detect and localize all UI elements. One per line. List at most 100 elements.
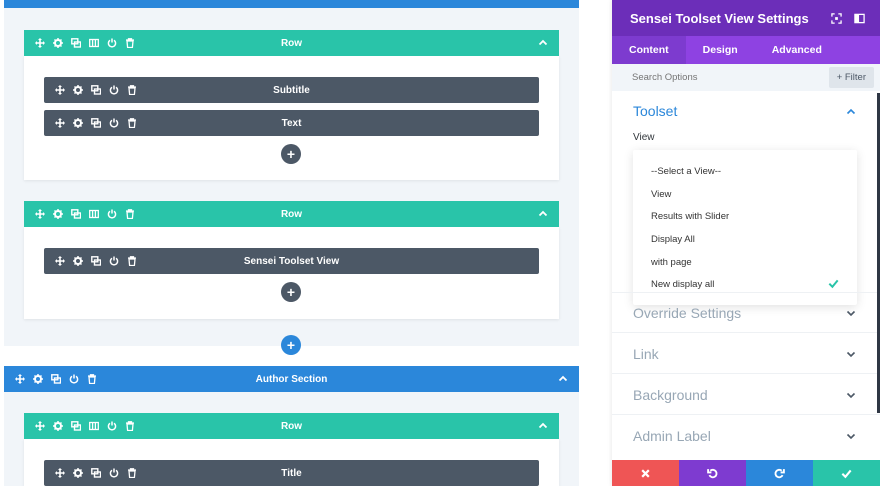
trash-icon[interactable] bbox=[126, 256, 137, 267]
move-icon[interactable] bbox=[54, 256, 65, 267]
row-3-bar[interactable]: Row bbox=[24, 413, 559, 439]
add-row-button[interactable]: + bbox=[281, 335, 301, 355]
columns-icon[interactable] bbox=[88, 209, 99, 220]
power-icon[interactable] bbox=[108, 85, 119, 96]
move-icon[interactable] bbox=[14, 374, 25, 385]
dropdown-option[interactable]: --Select a View-- bbox=[651, 166, 721, 177]
section-2-bar[interactable]: Author Section bbox=[4, 366, 579, 392]
row-1-bar[interactable]: Row bbox=[24, 30, 559, 56]
dropdown-option[interactable]: Display All bbox=[651, 234, 695, 245]
power-icon[interactable] bbox=[108, 468, 119, 479]
power-icon[interactable] bbox=[106, 209, 117, 220]
gear-icon[interactable] bbox=[52, 421, 63, 432]
power-icon[interactable] bbox=[108, 118, 119, 129]
trash-icon[interactable] bbox=[126, 468, 137, 479]
duplicate-icon[interactable] bbox=[90, 256, 101, 267]
chevron-down-icon[interactable] bbox=[846, 431, 856, 441]
duplicate-icon[interactable] bbox=[50, 374, 61, 385]
module-bar-text[interactable]: Text bbox=[44, 110, 539, 136]
chevron-up-icon[interactable] bbox=[557, 373, 569, 385]
chevron-up-icon[interactable] bbox=[537, 37, 549, 49]
power-icon[interactable] bbox=[68, 374, 79, 385]
move-icon[interactable] bbox=[34, 209, 45, 220]
save-button[interactable] bbox=[813, 460, 880, 486]
discard-button[interactable] bbox=[612, 460, 679, 486]
undo-icon bbox=[707, 468, 718, 478]
trash-icon[interactable] bbox=[126, 85, 137, 96]
dropdown-option[interactable]: Results with Slider bbox=[651, 211, 729, 222]
panel-tabs: Content Design Advanced bbox=[612, 36, 880, 64]
trash-icon[interactable] bbox=[124, 421, 135, 432]
duplicate-icon[interactable] bbox=[90, 118, 101, 129]
add-module-button[interactable]: + bbox=[281, 144, 301, 164]
split-view-icon[interactable] bbox=[853, 12, 865, 24]
move-icon[interactable] bbox=[34, 421, 45, 432]
chevron-down-icon[interactable] bbox=[846, 308, 856, 318]
search-bar: + Filter bbox=[612, 64, 880, 91]
duplicate-icon[interactable] bbox=[70, 38, 81, 49]
tab-design[interactable]: Design bbox=[686, 36, 755, 64]
tab-advanced[interactable]: Advanced bbox=[755, 36, 839, 64]
chevron-up-icon[interactable] bbox=[537, 208, 549, 220]
dropdown-option-selected[interactable]: New display all bbox=[651, 279, 714, 290]
gear-icon[interactable] bbox=[72, 256, 83, 267]
divider bbox=[612, 414, 880, 415]
trash-icon[interactable] bbox=[126, 118, 137, 129]
module-bar-subtitle[interactable]: Subtitle bbox=[44, 77, 539, 103]
section-1-bar[interactable] bbox=[4, 0, 579, 8]
override-settings-group[interactable]: Override Settings bbox=[633, 305, 741, 321]
close-icon bbox=[641, 468, 650, 478]
module-bar-title[interactable]: Title bbox=[44, 460, 539, 486]
move-icon[interactable] bbox=[54, 85, 65, 96]
chevron-down-icon[interactable] bbox=[846, 349, 856, 359]
tab-content[interactable]: Content bbox=[612, 36, 686, 64]
row-toolbar bbox=[24, 38, 135, 49]
row-toolbar bbox=[24, 421, 135, 432]
toolset-group-title[interactable]: Toolset bbox=[633, 103, 677, 119]
module-toolbar bbox=[44, 118, 137, 129]
power-icon[interactable] bbox=[106, 38, 117, 49]
power-icon[interactable] bbox=[106, 421, 117, 432]
module-bar-sensei-toolset-view[interactable]: Sensei Toolset View bbox=[44, 248, 539, 274]
panel-header[interactable]: Sensei Toolset View Settings bbox=[612, 0, 880, 36]
add-module-button[interactable]: + bbox=[281, 282, 301, 302]
trash-icon[interactable] bbox=[86, 374, 97, 385]
gear-icon[interactable] bbox=[72, 118, 83, 129]
link-group[interactable]: Link bbox=[633, 346, 659, 362]
columns-icon[interactable] bbox=[88, 38, 99, 49]
columns-icon[interactable] bbox=[88, 421, 99, 432]
undo-button[interactable] bbox=[679, 460, 746, 486]
gear-icon[interactable] bbox=[72, 85, 83, 96]
gear-icon[interactable] bbox=[72, 468, 83, 479]
redo-button[interactable] bbox=[746, 460, 813, 486]
chevron-down-icon[interactable] bbox=[846, 390, 856, 400]
background-group[interactable]: Background bbox=[633, 387, 708, 403]
section-toolbar bbox=[4, 374, 97, 385]
duplicate-icon[interactable] bbox=[70, 421, 81, 432]
expand-icon[interactable] bbox=[830, 12, 842, 24]
trash-icon[interactable] bbox=[124, 209, 135, 220]
row-2-bar[interactable]: Row bbox=[24, 201, 559, 227]
filter-button[interactable]: + Filter bbox=[828, 67, 874, 88]
move-icon[interactable] bbox=[54, 118, 65, 129]
gear-icon[interactable] bbox=[32, 374, 43, 385]
chevron-up-icon[interactable] bbox=[846, 107, 856, 117]
power-icon[interactable] bbox=[108, 256, 119, 267]
gear-icon[interactable] bbox=[52, 38, 63, 49]
duplicate-icon[interactable] bbox=[70, 209, 81, 220]
duplicate-icon[interactable] bbox=[90, 85, 101, 96]
gear-icon[interactable] bbox=[52, 209, 63, 220]
row-toolbar bbox=[24, 209, 135, 220]
search-input[interactable] bbox=[632, 72, 802, 83]
chevron-up-icon[interactable] bbox=[537, 420, 549, 432]
duplicate-icon[interactable] bbox=[90, 468, 101, 479]
move-icon[interactable] bbox=[54, 468, 65, 479]
panel-title: Sensei Toolset View Settings bbox=[630, 10, 809, 26]
trash-icon[interactable] bbox=[124, 38, 135, 49]
module-toolbar bbox=[44, 256, 137, 267]
panel-footer bbox=[612, 460, 880, 486]
move-icon[interactable] bbox=[34, 38, 45, 49]
dropdown-option[interactable]: View bbox=[651, 189, 671, 200]
admin-label-group[interactable]: Admin Label bbox=[633, 428, 711, 444]
dropdown-option[interactable]: with page bbox=[651, 257, 692, 268]
